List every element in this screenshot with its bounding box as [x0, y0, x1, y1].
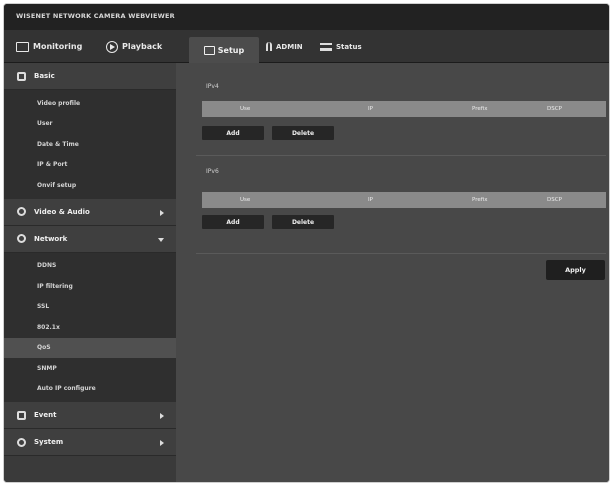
- ipv4-col-dscp: DSCP: [547, 106, 562, 112]
- sidebar-section-event-label: Event: [34, 411, 57, 419]
- sidebar-section-system-label: System: [34, 438, 64, 446]
- chevron-right-icon: [160, 440, 164, 446]
- ipv6-col-dscp: DSCP: [547, 197, 562, 203]
- ipv6-col-ip: IP: [368, 197, 373, 203]
- video-audio-icon: [17, 207, 26, 216]
- nav-user-label: ADMIN: [276, 42, 303, 51]
- setup-icon: [203, 45, 215, 55]
- system-icon: [17, 437, 26, 447]
- ipv4-add-button[interactable]: Add: [202, 126, 264, 140]
- ipv4-table-header: Use IP Prefix DSCP: [202, 101, 606, 117]
- nav-monitoring-label: Monitoring: [33, 42, 83, 51]
- sidebar-item-onvif-setup[interactable]: Onvif setup: [4, 175, 176, 196]
- sidebar-item-snmp[interactable]: SNMP: [4, 358, 176, 379]
- sidebar-item-qos[interactable]: QoS: [4, 337, 176, 358]
- ipv6-col-use: Use: [240, 197, 251, 203]
- sidebar-section-network[interactable]: Network: [4, 225, 176, 253]
- app-window: WISENET NETWORK CAMERA WEBVIEWER Monitor…: [3, 3, 610, 483]
- sidebar-section-network-label: Network: [34, 234, 68, 243]
- chevron-right-icon: [160, 209, 164, 216]
- chevron-down-icon: [158, 237, 164, 242]
- user-icon: [266, 42, 272, 51]
- ipv6-label: IPv6: [206, 168, 219, 175]
- tab-setup[interactable]: Setup: [189, 37, 259, 63]
- nav-user[interactable]: ADMIN: [266, 30, 303, 63]
- section-divider: [196, 155, 606, 156]
- tab-setup-label: Setup: [217, 45, 245, 55]
- ipv6-add-button[interactable]: Add: [202, 215, 264, 229]
- ipv4-col-use: Use: [240, 106, 251, 112]
- chevron-right-icon: [160, 413, 164, 419]
- sidebar-item-date-time[interactable]: Date & Time: [4, 134, 176, 155]
- ipv4-label: IPv4: [206, 83, 219, 90]
- ipv6-delete-button[interactable]: Delete: [272, 215, 334, 229]
- sidebar-item-user[interactable]: User: [4, 114, 176, 135]
- sidebar-section-basic[interactable]: Basic: [4, 63, 176, 90]
- main-content: IPv4 Use IP Prefix DSCP Add Delete IPv6 …: [176, 63, 609, 482]
- network-icon: [17, 234, 26, 243]
- sidebar-section-basic-label: Basic: [34, 72, 55, 80]
- sidebar-item-ip-port[interactable]: IP & Port: [4, 155, 176, 176]
- sidebar-network-items: DDNS IP filtering SSL 802.1x QoS SNMP Au…: [4, 252, 176, 402]
- sidebar-section-video-audio-label: Video & Audio: [34, 207, 90, 216]
- monitor-icon: [16, 41, 29, 52]
- sidebar-basic-items: Video profile User Date & Time IP & Port…: [4, 90, 176, 199]
- top-nav: Monitoring Playback ADMIN Status: [4, 30, 609, 63]
- sidebar-item-8021x[interactable]: 802.1x: [4, 317, 176, 338]
- sidebar-item-ssl[interactable]: SSL: [4, 297, 176, 318]
- status-icon: [320, 42, 332, 51]
- apply-button[interactable]: Apply: [546, 260, 605, 280]
- nav-status[interactable]: Status: [320, 30, 362, 63]
- sidebar-item-video-profile[interactable]: Video profile: [4, 93, 176, 114]
- nav-playback[interactable]: Playback: [106, 30, 162, 63]
- sidebar-section-video-audio[interactable]: Video & Audio: [4, 198, 176, 226]
- sidebar-item-ddns[interactable]: DDNS: [4, 256, 176, 277]
- sidebar-section-system[interactable]: System: [4, 429, 176, 456]
- ipv4-col-ip: IP: [368, 106, 373, 112]
- play-icon: [106, 40, 118, 53]
- basic-icon: [17, 71, 26, 81]
- nav-playback-label: Playback: [122, 42, 163, 51]
- sidebar-item-auto-ip-configure[interactable]: Auto IP configure: [4, 379, 176, 400]
- sidebar-section-event[interactable]: Event: [4, 402, 176, 429]
- ipv6-table-header: Use IP Prefix DSCP: [202, 192, 606, 208]
- nav-status-label: Status: [336, 42, 362, 51]
- sidebar: Basic Video profile User Date & Time IP …: [4, 63, 176, 482]
- nav-monitoring[interactable]: Monitoring: [16, 30, 82, 63]
- window-title: WISENET NETWORK CAMERA WEBVIEWER: [4, 4, 609, 30]
- ipv6-col-prefix: Prefix: [472, 197, 488, 203]
- section-divider: [196, 253, 606, 254]
- sidebar-item-ip-filtering[interactable]: IP filtering: [4, 276, 176, 297]
- event-icon: [17, 410, 26, 420]
- ipv4-delete-button[interactable]: Delete: [272, 126, 334, 140]
- ipv4-col-prefix: Prefix: [472, 106, 488, 112]
